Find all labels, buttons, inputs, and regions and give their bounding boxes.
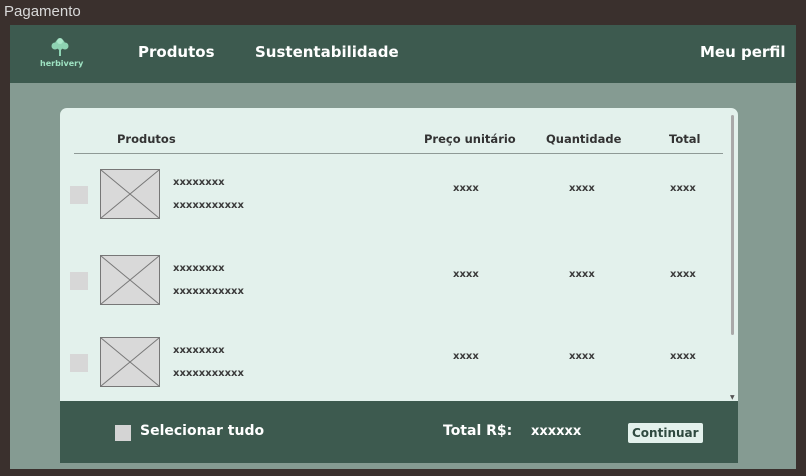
table-row: xxxxxxxx xxxxxxxxxxx xxxx xxxx xxxx [60, 255, 738, 307]
product-description: xxxxxxxxxxx [173, 200, 244, 211]
header-produtos: Produtos [117, 132, 176, 146]
total-value: xxxxxx [531, 424, 582, 439]
select-all-checkbox[interactable] [115, 425, 131, 441]
cart-card: Produtos Preço unitário Quantidade Total… [60, 108, 738, 408]
quantity[interactable]: xxxx [569, 269, 595, 280]
product-name: xxxxxxxx [173, 345, 225, 356]
header-total: Total [669, 132, 701, 146]
row-checkbox[interactable] [70, 186, 88, 204]
select-all-label[interactable]: Selecionar tudo [140, 423, 264, 439]
row-checkbox[interactable] [70, 354, 88, 372]
unit-price: xxxx [453, 351, 479, 362]
header-preco-unitario: Preço unitário [424, 132, 516, 146]
unit-price: xxxx [453, 269, 479, 280]
nav-link-produtos[interactable]: Produtos [138, 43, 215, 61]
scrollbar-thumb[interactable] [731, 115, 734, 335]
row-total: xxxx [670, 351, 696, 362]
product-description: xxxxxxxxxxx [173, 368, 244, 379]
row-total: xxxx [670, 183, 696, 194]
nav-link-sustentabilidade[interactable]: Sustentabilidade [255, 43, 399, 61]
row-total: xxxx [670, 269, 696, 280]
navbar: herbivery Produtos Sustentabilidade Meu … [10, 25, 796, 83]
header-divider [74, 153, 723, 154]
product-image-placeholder [100, 169, 160, 219]
checkout-bar: Selecionar tudo Total R$: xxxxxx Continu… [60, 401, 738, 463]
table-row: xxxxxxxx xxxxxxxxxxx xxxx xxxx xxxx [60, 169, 738, 221]
window-title: Pagamento [4, 3, 81, 20]
header-quantidade: Quantidade [546, 132, 622, 146]
product-description: xxxxxxxxxxx [173, 286, 244, 297]
row-checkbox[interactable] [70, 272, 88, 290]
continue-button[interactable]: Continuar [628, 423, 703, 443]
unit-price: xxxx [453, 183, 479, 194]
table-row: xxxxxxxx xxxxxxxxxxx xxxx xxxx xxxx [60, 337, 738, 389]
quantity[interactable]: xxxx [569, 351, 595, 362]
product-image-placeholder [100, 337, 160, 387]
product-name: xxxxxxxx [173, 177, 225, 188]
product-image-placeholder [100, 255, 160, 305]
logo-text: herbivery [40, 59, 84, 68]
app-screen: herbivery Produtos Sustentabilidade Meu … [10, 25, 796, 469]
total-label: Total R$: [443, 423, 513, 439]
cart-scrollbar[interactable]: ▼ [730, 113, 735, 401]
logo[interactable]: herbivery [40, 37, 84, 73]
product-name: xxxxxxxx [173, 263, 225, 274]
nav-link-meu-perfil[interactable]: Meu perfil [700, 43, 786, 61]
quantity[interactable]: xxxx [569, 183, 595, 194]
tree-icon [51, 38, 69, 56]
